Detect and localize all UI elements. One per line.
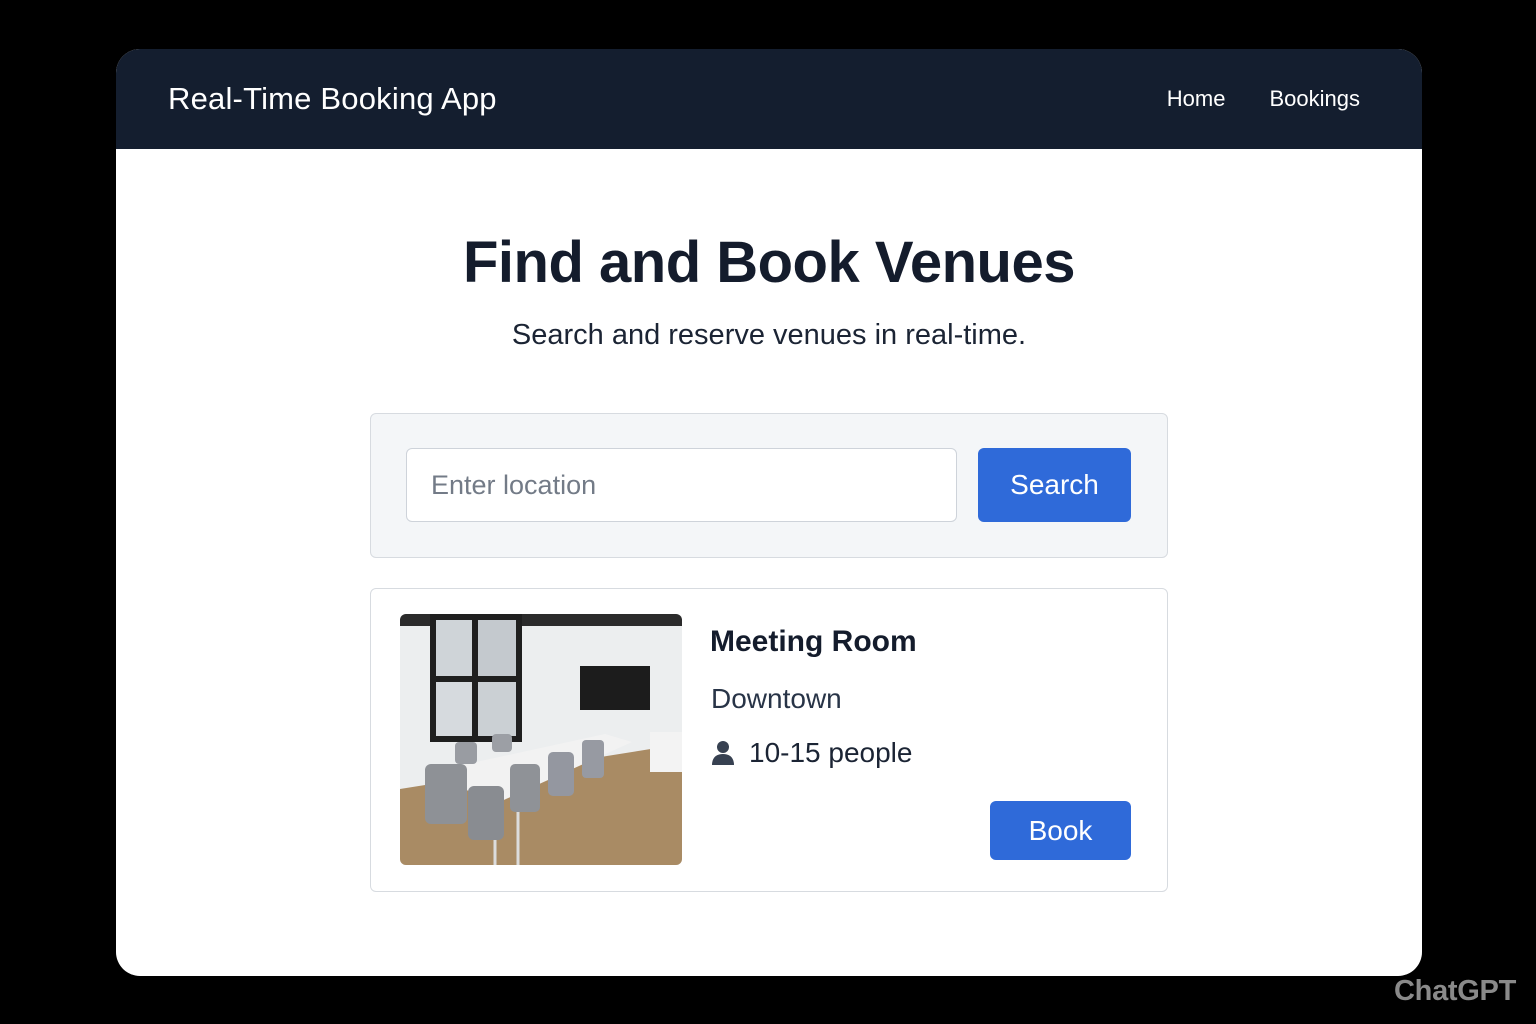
page-title: Find and Book Venues xyxy=(463,230,1075,295)
person-icon xyxy=(711,740,735,766)
nav-home-link[interactable]: Home xyxy=(1167,86,1226,112)
venue-capacity-label: 10-15 people xyxy=(749,737,913,768)
venue-capacity: 10-15 people xyxy=(711,737,912,769)
venue-name: Meeting Room xyxy=(710,625,917,658)
book-button[interactable]: Book xyxy=(990,801,1131,860)
app-title: Real-Time Booking App xyxy=(168,81,497,116)
location-search-input[interactable] xyxy=(406,448,957,522)
app-window: Real-Time Booking App Home Bookings Find… xyxy=(116,49,1422,976)
search-button[interactable]: Search xyxy=(978,448,1131,522)
venue-card: Meeting Room Downtown 10-15 people Book xyxy=(370,588,1168,892)
main-nav: Home Bookings xyxy=(1167,86,1360,112)
top-navbar: Real-Time Booking App Home Bookings xyxy=(116,49,1422,149)
nav-bookings-link[interactable]: Bookings xyxy=(1269,86,1360,112)
watermark: ChatGPT xyxy=(1394,975,1516,1007)
meeting-room-photo xyxy=(400,614,682,865)
venue-location: Downtown xyxy=(711,683,842,714)
page-subtitle: Search and reserve venues in real-time. xyxy=(511,319,1027,351)
search-panel: Search xyxy=(370,413,1168,558)
